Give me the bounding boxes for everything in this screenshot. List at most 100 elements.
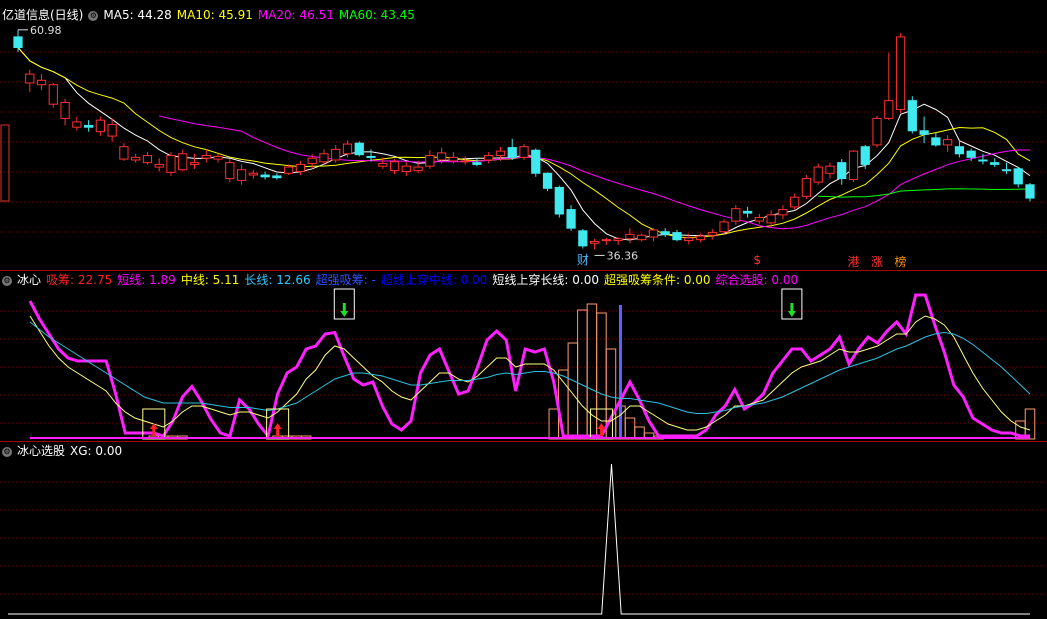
candle-body <box>742 210 753 214</box>
candle-body <box>954 146 965 155</box>
candle-body <box>695 235 706 241</box>
down-arrow-icon <box>787 303 796 317</box>
candle <box>119 143 129 161</box>
candle <box>719 219 729 235</box>
candle-body <box>178 153 188 171</box>
candle-body <box>990 162 1000 165</box>
candle-body <box>107 124 117 137</box>
accumulation-bar <box>567 342 579 440</box>
candle <box>707 229 717 240</box>
candle-body <box>613 238 623 242</box>
candle-body <box>13 36 23 49</box>
candle-body <box>778 209 788 216</box>
event-marker[interactable]: 港 <box>847 255 859 269</box>
candle-body <box>519 146 529 158</box>
candle <box>860 144 870 169</box>
candle-body <box>931 137 941 146</box>
xuangu-chart[interactable] <box>0 442 1047 619</box>
candle-body <box>837 162 847 180</box>
candle <box>189 153 200 169</box>
candle-body <box>801 178 812 197</box>
bingxin-chart[interactable] <box>0 271 1047 441</box>
candle-body <box>554 186 564 215</box>
candle-body <box>601 239 611 242</box>
candle-body <box>719 221 729 233</box>
candle-body <box>460 160 470 163</box>
candle <box>601 237 611 245</box>
candle-body <box>895 36 906 111</box>
candle <box>248 169 258 179</box>
candle <box>1013 167 1023 188</box>
candle-body <box>189 162 200 165</box>
candle-body <box>425 155 435 167</box>
candle <box>178 149 188 172</box>
candle <box>825 162 835 179</box>
candle-body <box>813 166 823 183</box>
event-marker[interactable]: 榜 <box>895 254 907 269</box>
candle <box>131 153 141 163</box>
candle-body <box>966 150 976 158</box>
candle <box>484 152 494 164</box>
candle <box>589 238 600 250</box>
candle-body <box>542 172 553 189</box>
candle-body <box>507 147 517 158</box>
candle <box>472 158 482 167</box>
candle <box>166 152 176 176</box>
candle <box>554 185 564 218</box>
accumulation-bar <box>586 303 598 440</box>
candle-body <box>401 165 411 172</box>
candle <box>331 144 341 163</box>
event-marker[interactable]: 涨 <box>871 254 883 269</box>
candle <box>519 144 529 160</box>
candle-body <box>907 100 917 132</box>
candle <box>801 175 812 199</box>
bingxin-panel[interactable]: ⚙ 冰心 吸筹: 22.75 短线: 1.89 中线: 5.11 长线: 12.66 超强吸… <box>0 271 1047 441</box>
volume-scale-box <box>0 124 10 202</box>
candle-body <box>248 172 258 176</box>
candle-body <box>754 217 764 222</box>
candle <box>813 163 823 185</box>
xuangu-panel[interactable]: ⚙ 冰心选股 XG: 0.00 <box>0 442 1047 619</box>
candle-body <box>872 117 882 146</box>
event-marker[interactable]: $ <box>753 253 761 267</box>
candle <box>60 98 70 126</box>
candle <box>319 149 329 165</box>
candlestick-chart[interactable]: 60.98 36.36 财 $ 港涨榜 <box>0 0 1047 270</box>
xg-signal-line <box>8 463 1030 615</box>
event-marker[interactable]: 财 <box>577 253 589 267</box>
candle-body <box>319 153 329 163</box>
accumulation-bar <box>624 417 636 440</box>
candle-body <box>860 146 870 165</box>
candle-body <box>790 196 800 208</box>
candle-body <box>766 214 776 224</box>
candle <box>672 229 682 242</box>
high-price-label: 60.98 <box>30 24 62 37</box>
accumulation-bar <box>596 312 607 440</box>
main-chart-panel[interactable]: 亿道信息(日线) ⚙ MA5: 44.28 MA10: 45.91 MA20: 46.5… <box>0 0 1047 270</box>
candle <box>566 205 576 231</box>
candle-body <box>48 84 58 105</box>
candle <box>354 141 364 157</box>
candle <box>225 159 235 183</box>
candle <box>272 173 282 180</box>
candle-body <box>684 237 694 242</box>
candle <box>943 135 953 153</box>
candle <box>295 160 306 176</box>
candle <box>695 233 706 243</box>
candle-body <box>131 156 141 161</box>
candle <box>542 172 553 191</box>
candle-body <box>389 161 400 172</box>
candle <box>931 132 941 147</box>
candle-body <box>72 121 82 128</box>
candle-body <box>60 101 70 119</box>
candle-body <box>83 124 94 128</box>
candle <box>754 213 764 224</box>
candle-body <box>260 174 270 178</box>
candle <box>660 228 670 238</box>
candle-body <box>331 148 341 161</box>
candle <box>154 158 164 172</box>
candle-body <box>201 155 211 159</box>
candle-body <box>284 166 294 174</box>
candle-body <box>166 155 176 173</box>
candle <box>884 52 894 121</box>
